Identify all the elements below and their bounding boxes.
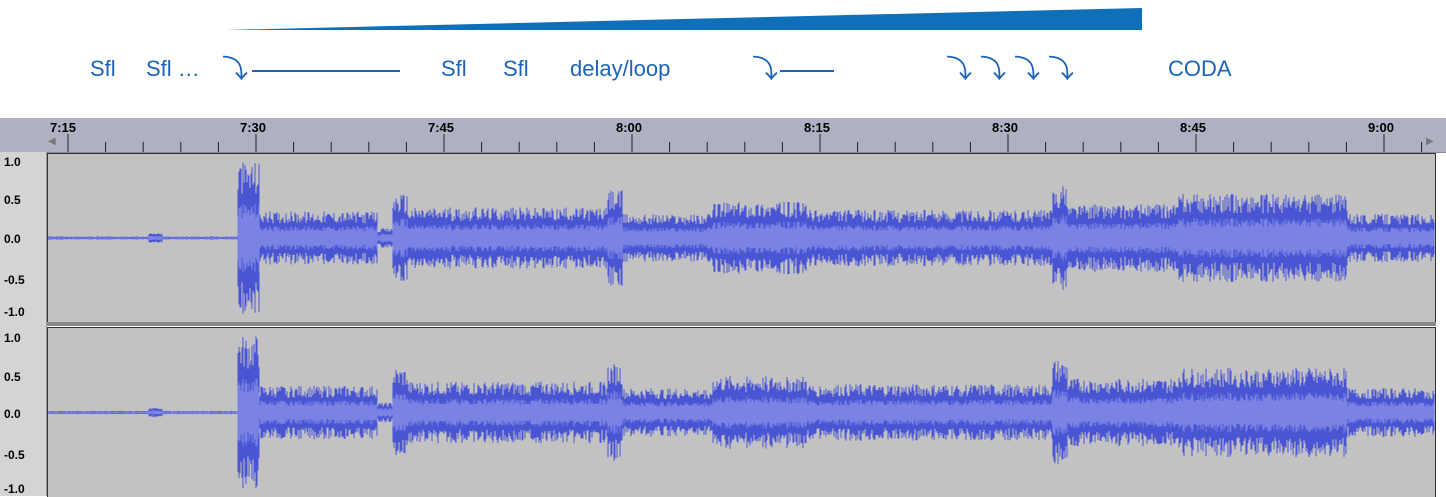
audio-track-right[interactable] bbox=[47, 327, 1436, 497]
ruler-label: 9:00 bbox=[1368, 120, 1395, 135]
ruler-label: 7:30 bbox=[240, 120, 267, 135]
curved-arrow-icon: ⤵ bbox=[1048, 54, 1075, 84]
ruler-label: 8:30 bbox=[992, 120, 1019, 135]
annotation-coda: CODA bbox=[1168, 56, 1232, 81]
amp-label: 0.5 bbox=[4, 370, 21, 384]
curved-arrow-icon: ⤵ bbox=[980, 54, 1007, 84]
scroll-right-icon[interactable]: ▶ bbox=[1426, 136, 1434, 147]
curved-arrow-icon: ⤵ bbox=[1014, 54, 1041, 84]
amp-label: 1.0 bbox=[4, 155, 21, 169]
amp-label: 0.0 bbox=[4, 407, 21, 421]
annotation-line bbox=[252, 70, 400, 72]
amp-label: 0.5 bbox=[4, 193, 21, 207]
amp-label: -0.5 bbox=[4, 448, 25, 462]
audio-track-left[interactable] bbox=[47, 153, 1436, 323]
waveform-left bbox=[48, 162, 1435, 314]
curved-arrow-icon: ⤵ bbox=[222, 54, 249, 84]
amp-label: -1.0 bbox=[4, 482, 25, 496]
amp-label: -1.0 bbox=[4, 305, 25, 319]
annotation-line bbox=[780, 70, 834, 72]
crescendo-wedge bbox=[226, 8, 1142, 30]
track-divider[interactable] bbox=[47, 322, 1436, 326]
annotation-sfl-1: Sfl bbox=[90, 56, 116, 81]
annotation-sfl-3: Sfl bbox=[441, 56, 467, 81]
timeline-ruler[interactable]: 7:15 7:30 7:45 8:00 8:15 8:30 8:45 9:00 … bbox=[0, 118, 1446, 153]
waveform-right bbox=[48, 336, 1435, 489]
curved-arrow-icon: ⤵ bbox=[946, 54, 973, 84]
ruler-label: 8:00 bbox=[616, 120, 643, 135]
amp-label: 0.0 bbox=[4, 232, 21, 246]
amp-label: -0.5 bbox=[4, 273, 25, 287]
curved-arrow-icon: ⤵ bbox=[752, 54, 779, 84]
annotation-sfl-2: Sfl … bbox=[146, 56, 200, 81]
ruler-label: 8:45 bbox=[1180, 120, 1207, 135]
annotation-delay-loop: delay/loop bbox=[570, 56, 671, 81]
amp-label: 1.0 bbox=[4, 331, 21, 345]
ruler-label: 7:45 bbox=[428, 120, 455, 135]
ruler-label: 7:15 bbox=[50, 120, 77, 135]
annotation-sfl-4: Sfl bbox=[503, 56, 529, 81]
ruler-label: 8:15 bbox=[804, 120, 831, 135]
ruler-ticks bbox=[67, 134, 1423, 152]
amplitude-ruler: 1.0 0.5 0.0 -0.5 -1.0 1.0 0.5 0.0 -0.5 -… bbox=[0, 152, 47, 496]
scroll-left-icon[interactable]: ◀ bbox=[48, 136, 56, 147]
